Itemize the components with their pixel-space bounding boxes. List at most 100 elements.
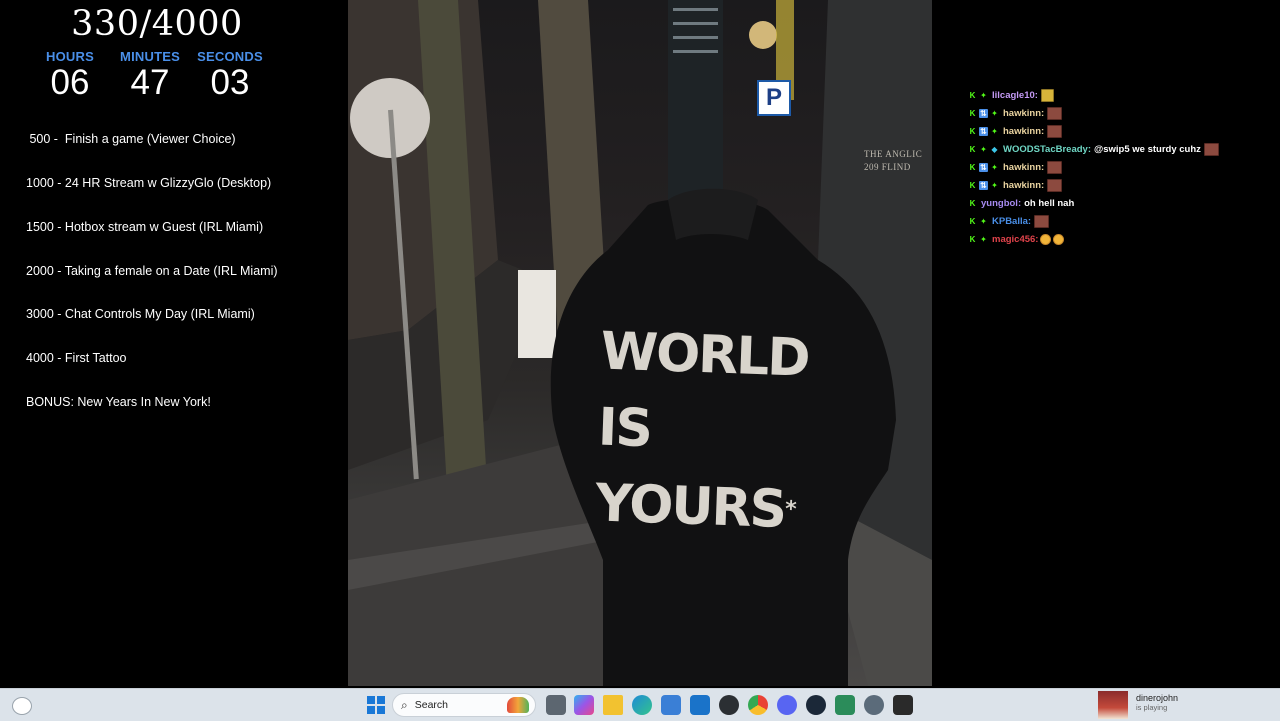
milestone-item: 1000 - 24 HR Stream w GlizzyGlo (Desktop… bbox=[26, 175, 272, 190]
xbox-icon[interactable] bbox=[835, 695, 855, 715]
chat-username[interactable]: hawkinn: bbox=[1003, 108, 1044, 119]
chat-username[interactable]: hawkinn: bbox=[1003, 126, 1044, 137]
emote-icon bbox=[1203, 142, 1219, 156]
task-view-icon[interactable] bbox=[546, 695, 566, 715]
chat-username[interactable]: lilcagle10: bbox=[992, 90, 1038, 101]
sparkle-badge-icon: ✦ bbox=[980, 90, 987, 100]
chat-username[interactable]: hawkinn: bbox=[1003, 162, 1044, 173]
kick-badge-icon: K bbox=[969, 126, 976, 136]
taskbar-search-input[interactable]: ⌕ Search bbox=[392, 693, 536, 717]
user-status: is playing bbox=[1136, 703, 1168, 712]
hoodie-line: WORLD bbox=[599, 321, 810, 389]
chat-overlay: K ✦ lilcagle10: K ⇅ ✦ hawkinn: K ⇅ ✦ hawkinn: K ✦ ◆ WO… bbox=[968, 86, 1268, 248]
taskbar: ⌕ Search dinerojohn is playing bbox=[0, 688, 1280, 721]
emote-icon bbox=[1047, 106, 1063, 120]
milestone-item: 1500 - Hotbox stream w Guest (IRL Miami) bbox=[26, 219, 264, 234]
timer-hours-value: 06 bbox=[50, 63, 90, 102]
timer-values: 06 47 03 bbox=[30, 63, 270, 103]
gem-badge-icon: ◆ bbox=[991, 144, 998, 154]
chat-message: Kyungbol: oh hell nah bbox=[968, 194, 1268, 212]
chat-message: K ✦ magic456: bbox=[968, 230, 1268, 248]
windows-start-icon[interactable] bbox=[366, 695, 386, 715]
chat-username[interactable]: KPBalla: bbox=[992, 216, 1031, 227]
hoodie-line: IS bbox=[597, 397, 652, 460]
sparkle-badge-icon: ✦ bbox=[980, 216, 987, 226]
kick-badge-icon: K bbox=[969, 234, 976, 244]
chat-text: oh hell nah bbox=[1024, 197, 1075, 209]
kick-badge-icon: K bbox=[969, 90, 976, 100]
chat-username[interactable]: magic456: bbox=[992, 234, 1038, 245]
kick-badge-icon: K bbox=[969, 144, 976, 154]
sub-goal-overlay: 330/4000 HOURS MINUTES SECONDS 06 47 03 … bbox=[0, 0, 320, 686]
copilot-icon[interactable] bbox=[574, 695, 594, 715]
obs-icon[interactable] bbox=[719, 695, 739, 715]
kick-badge-icon: K bbox=[969, 108, 976, 118]
sparkle-badge-icon: ✦ bbox=[991, 108, 998, 118]
milestone-item: 3000 - Chat Controls My Day (IRL Miami) bbox=[26, 307, 255, 322]
milestone-item: BONUS: New Years In New York! bbox=[26, 394, 211, 409]
kick-badge-icon: K bbox=[969, 162, 976, 172]
avatar bbox=[1098, 691, 1128, 719]
milestone-item: 2000 - Taking a female on a Date (IRL Mi… bbox=[26, 263, 278, 278]
discord-icon[interactable] bbox=[777, 695, 797, 715]
kick-badge-icon: K bbox=[969, 198, 976, 208]
chat-message: K ⇅ ✦ hawkinn: bbox=[968, 104, 1268, 122]
milestone-item: 4000 - First Tattoo bbox=[26, 351, 127, 366]
emote-icon bbox=[1034, 214, 1050, 228]
chat-message: K ⇅ ✦ hawkinn: bbox=[968, 158, 1268, 176]
chat-message: K ✦ KPBalla: bbox=[968, 212, 1268, 230]
search-placeholder: Search bbox=[414, 699, 449, 711]
sparkle-badge-icon: ✦ bbox=[980, 144, 987, 154]
timer-minutes-value: 47 bbox=[130, 63, 170, 102]
chat-username[interactable]: hawkinn: bbox=[1003, 180, 1044, 191]
milestone-list: 500 - Finish a game (Viewer Choice) 1000… bbox=[26, 103, 278, 439]
parking-sign: P bbox=[757, 80, 791, 116]
emote-icon bbox=[1053, 233, 1065, 245]
edge-icon[interactable] bbox=[632, 695, 652, 715]
chat-message: K ✦ lilcagle10: bbox=[968, 86, 1268, 104]
now-playing-user[interactable]: dinerojohn is playing bbox=[1098, 691, 1178, 719]
store-icon[interactable] bbox=[661, 695, 681, 715]
epic-games-icon[interactable] bbox=[893, 695, 913, 715]
sparkle-badge-icon: ✦ bbox=[980, 234, 987, 244]
chat-message: K ✦ ◆ WOODSTacBready: @swip5 we sturdy cuhz bbox=[968, 140, 1268, 158]
subscriber-badge-icon: ⇅ bbox=[979, 180, 988, 190]
file-explorer-icon[interactable] bbox=[603, 695, 623, 715]
subscriber-badge-icon: ⇅ bbox=[979, 126, 988, 136]
emote-icon bbox=[1047, 124, 1063, 138]
outlook-icon[interactable] bbox=[690, 695, 710, 715]
timer-labels: HOURS MINUTES SECONDS bbox=[30, 49, 270, 64]
weather-icon[interactable] bbox=[12, 697, 32, 715]
search-highlight-icon bbox=[507, 697, 529, 713]
building-sign: THE ANGLIC 209 FLIND bbox=[864, 149, 923, 172]
stream-video-frame[interactable]: P THE ANGLIC 209 FLIND WORLD IS YOURS* bbox=[348, 0, 932, 686]
emote-icon bbox=[1040, 88, 1054, 102]
chat-text: @swip5 we sturdy cuhz bbox=[1093, 143, 1201, 155]
timer-hours-label: HOURS bbox=[46, 49, 94, 64]
search-icon: ⌕ bbox=[401, 697, 408, 712]
subscriber-badge-icon: ⇅ bbox=[979, 162, 988, 172]
timer-seconds-label: SECONDS bbox=[197, 49, 263, 64]
emote-icon bbox=[1040, 233, 1052, 245]
kick-badge-icon: K bbox=[969, 216, 976, 226]
kick-badge-icon: K bbox=[969, 180, 976, 190]
chat-message: K ⇅ ✦ hawkinn: bbox=[968, 122, 1268, 140]
subscriber-badge-icon: ⇅ bbox=[979, 108, 988, 118]
user-name: dinerojohn bbox=[1136, 693, 1179, 703]
chat-message: K ⇅ ✦ hawkinn: bbox=[968, 176, 1268, 194]
settings-icon[interactable] bbox=[864, 695, 884, 715]
steam-icon[interactable] bbox=[806, 695, 826, 715]
emote-icon bbox=[1047, 178, 1063, 192]
timer-minutes-label: MINUTES bbox=[120, 49, 180, 64]
sparkle-badge-icon: ✦ bbox=[991, 162, 998, 172]
chrome-icon[interactable] bbox=[748, 695, 768, 715]
emote-icon bbox=[1047, 160, 1063, 174]
sub-goal-count: 330/4000 bbox=[71, 4, 243, 44]
hoodie-print: WORLD IS YOURS* bbox=[594, 314, 862, 551]
chat-username[interactable]: yungbol: bbox=[981, 198, 1021, 209]
timer-seconds-value: 03 bbox=[210, 63, 250, 102]
sparkle-badge-icon: ✦ bbox=[991, 180, 998, 190]
chat-username[interactable]: WOODSTacBready: bbox=[1003, 144, 1091, 155]
milestone-item: 500 - Finish a game (Viewer Choice) bbox=[26, 132, 236, 147]
hoodie-line: YOURS* bbox=[594, 473, 796, 541]
